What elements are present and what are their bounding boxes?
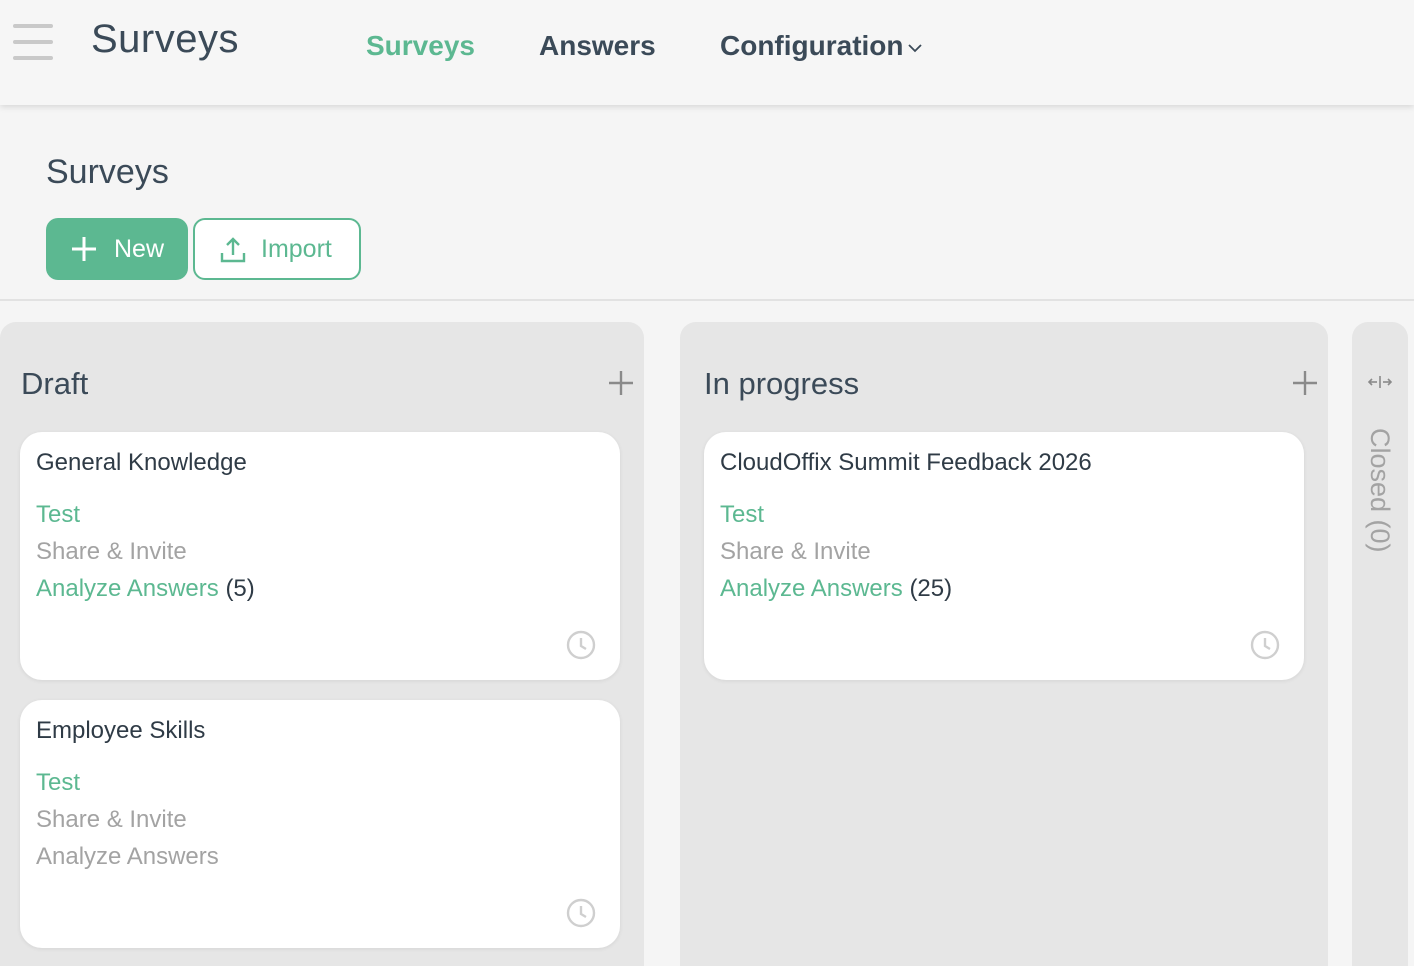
plus-icon — [72, 237, 96, 261]
answer-count: (25) — [909, 575, 953, 602]
import-button-label: Import — [261, 235, 332, 263]
test-link[interactable]: Test — [720, 501, 764, 529]
share-invite-link[interactable]: Share & Invite — [36, 806, 187, 834]
import-button[interactable]: Import — [193, 218, 361, 280]
new-button-label: New — [114, 235, 165, 263]
answer-count: (5) — [225, 575, 255, 602]
upload-icon — [220, 237, 246, 263]
expand-horizontal-icon[interactable] — [1367, 374, 1393, 390]
column-draft: Draft General Knowledge Test Share & Inv… — [0, 322, 644, 966]
analyze-answers-link[interactable]: Analyze Answers — [720, 575, 903, 602]
nav-item-configuration[interactable]: Configuration — [720, 30, 904, 62]
analyze-answers-row: Analyze Answers (25) — [720, 575, 952, 603]
survey-name: CloudOffix Summit Feedback 2026 — [720, 449, 1092, 476]
column-closed-folded[interactable]: Closed (0) — [1352, 322, 1408, 966]
new-button[interactable]: New — [46, 218, 188, 280]
share-invite-link[interactable]: Share & Invite — [720, 538, 871, 566]
plus-icon[interactable] — [1292, 370, 1318, 396]
survey-card[interactable]: General Knowledge Test Share & Invite An… — [20, 432, 620, 680]
column-in-progress: In progress CloudOffix Summit Feedback 2… — [680, 322, 1328, 966]
survey-card[interactable]: CloudOffix Summit Feedback 2026 Test Sha… — [704, 432, 1304, 680]
test-link[interactable]: Test — [36, 769, 80, 797]
plus-icon[interactable] — [608, 370, 634, 396]
breadcrumb: Surveys — [46, 153, 169, 191]
column-title: Draft — [21, 366, 89, 401]
survey-card[interactable]: Employee Skills Test Share & Invite Anal… — [20, 700, 620, 948]
top-navbar: Surveys Surveys Answers Configuration — [0, 0, 1414, 105]
survey-name: General Knowledge — [36, 449, 247, 476]
share-invite-link[interactable]: Share & Invite — [36, 538, 187, 566]
hamburger-icon[interactable] — [13, 24, 53, 60]
clock-icon[interactable] — [566, 630, 596, 660]
clock-icon[interactable] — [1250, 630, 1280, 660]
analyze-answers-link[interactable]: Analyze Answers — [36, 843, 219, 871]
clock-icon[interactable] — [566, 898, 596, 928]
control-panel-divider — [0, 299, 1414, 301]
analyze-answers-row: Analyze Answers (5) — [36, 575, 255, 603]
nav-item-surveys[interactable]: Surveys — [366, 30, 475, 62]
analyze-answers-link[interactable]: Analyze Answers — [36, 575, 219, 602]
column-title: Closed (0) — [1365, 428, 1395, 553]
chevron-down-icon[interactable] — [907, 40, 923, 56]
survey-name: Employee Skills — [36, 717, 206, 744]
column-title: In progress — [704, 366, 860, 401]
nav-item-answers[interactable]: Answers — [539, 30, 656, 62]
app-title[interactable]: Surveys — [91, 17, 239, 62]
test-link[interactable]: Test — [36, 501, 80, 529]
